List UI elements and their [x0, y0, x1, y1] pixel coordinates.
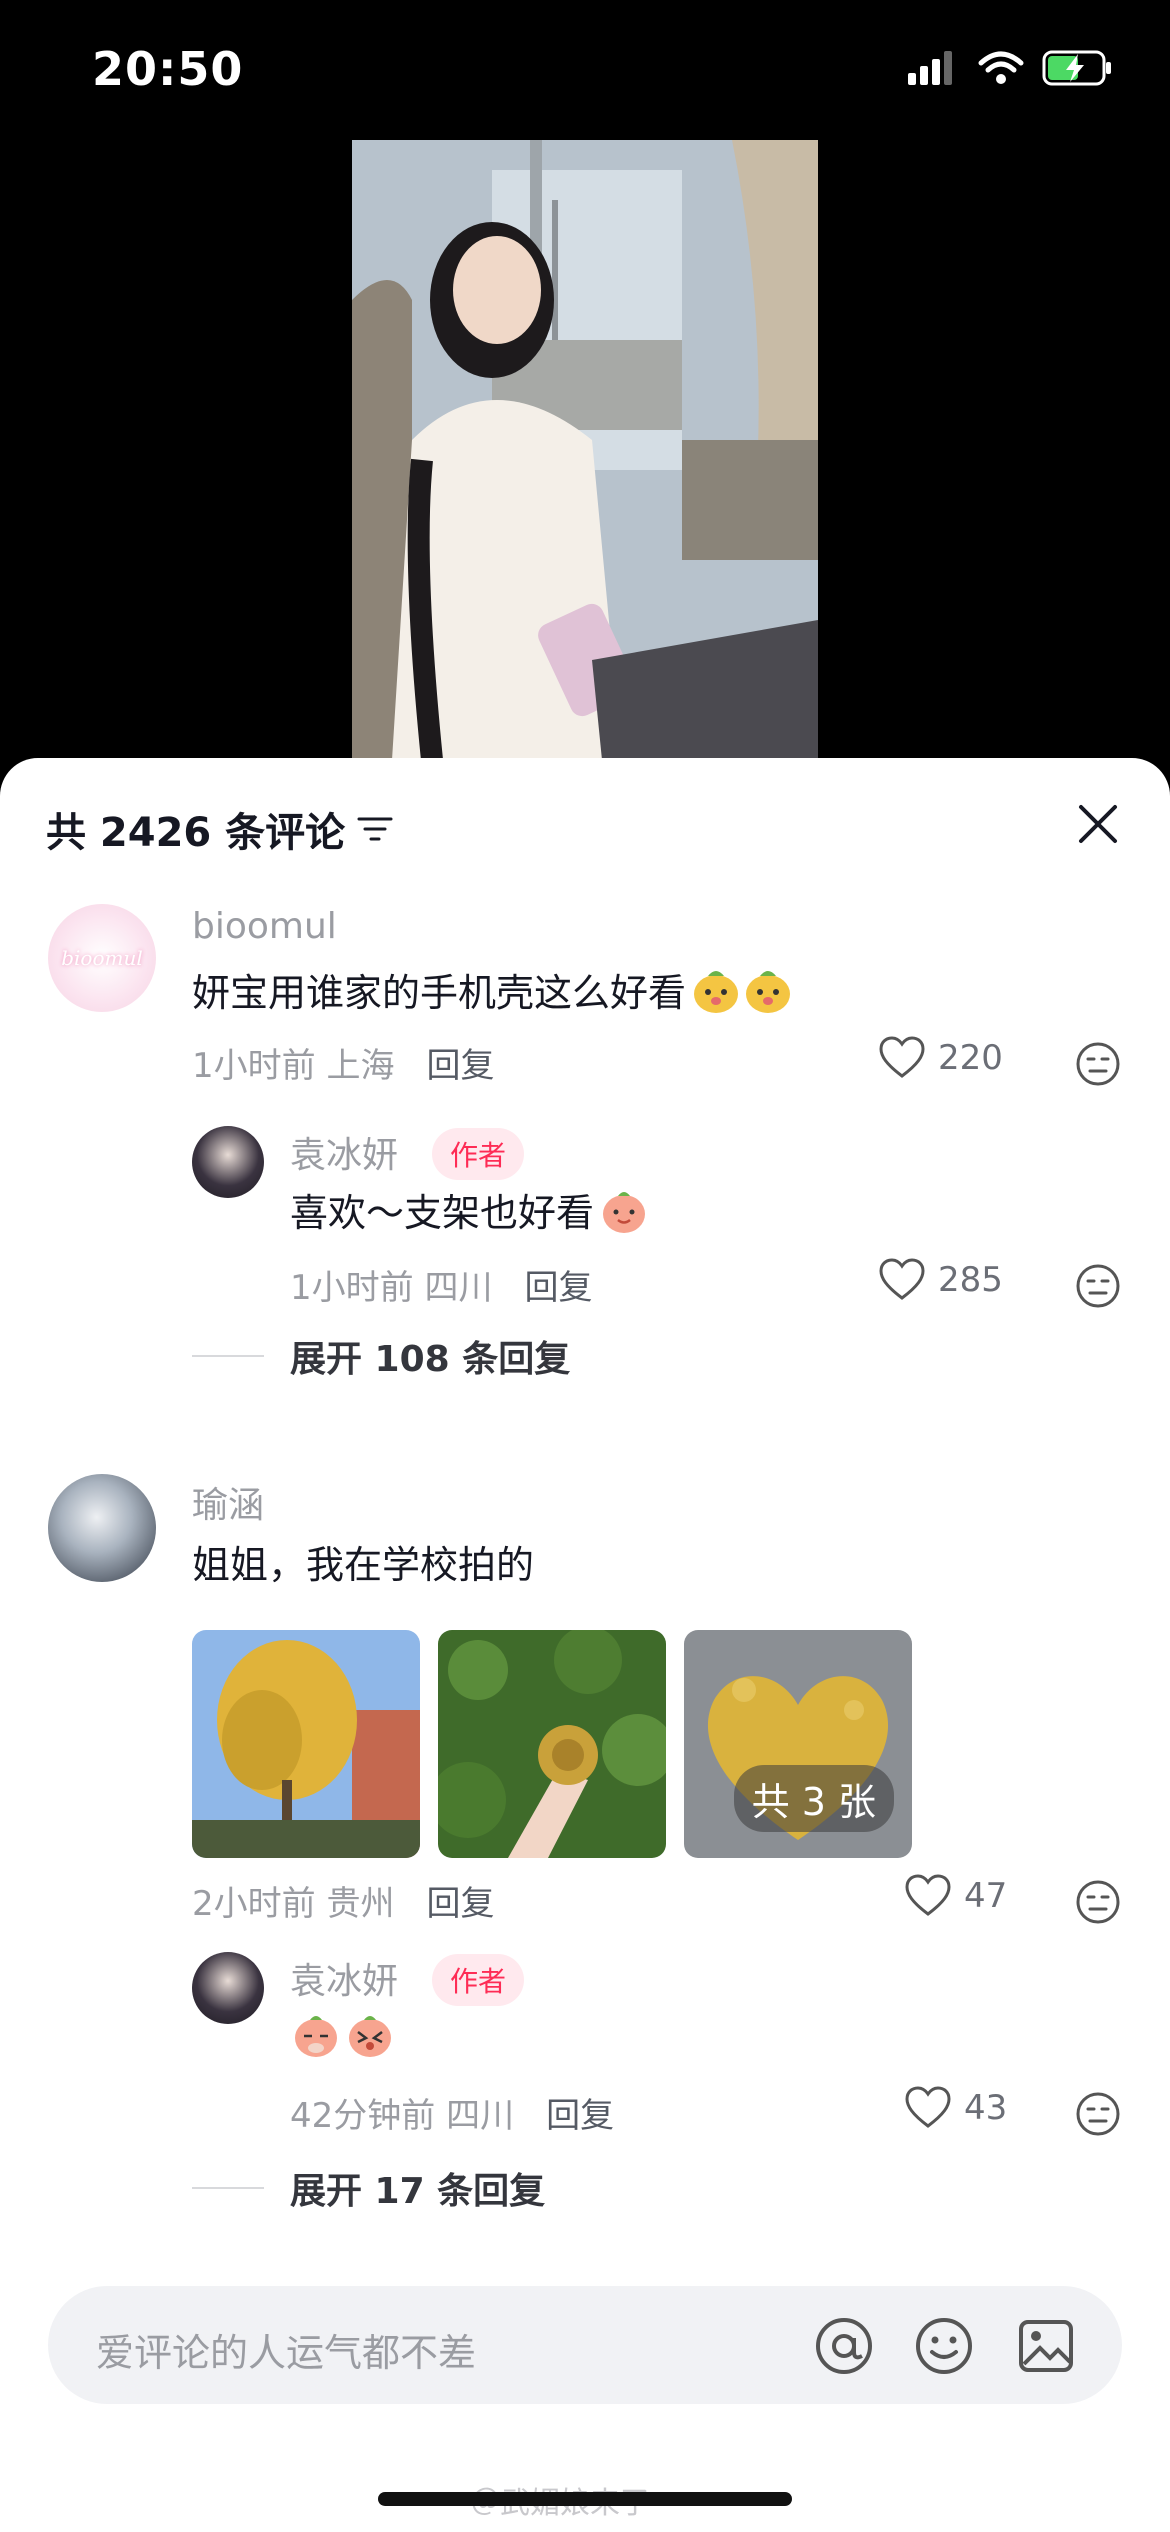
- comment-count: 共 2426 条评论: [46, 810, 346, 856]
- like-count: 47: [964, 1876, 1008, 1916]
- video-thumbnail[interactable]: [352, 140, 818, 760]
- dislike-face-icon[interactable]: [1074, 1040, 1122, 1088]
- reply-button[interactable]: 回复: [426, 1876, 494, 1925]
- status-time: 20:50: [92, 42, 244, 96]
- mention-at-icon[interactable]: [814, 2316, 874, 2376]
- comment-username[interactable]: bioomul: [192, 906, 337, 947]
- reply-time-location: 1小时前 四川: [290, 1260, 492, 1309]
- avatar[interactable]: [48, 1474, 156, 1582]
- cute-emoji-icon: [746, 970, 791, 1013]
- comment-time: 1小时前: [192, 1046, 316, 1086]
- comment-time-location: 2小时前 贵州: [192, 1876, 394, 1925]
- like-count: 285: [938, 1260, 1003, 1300]
- reply-time: 42分钟前: [290, 2096, 436, 2136]
- sheet-header: 共 2426 条评论: [46, 800, 393, 858]
- heart-icon: [879, 1258, 925, 1300]
- expand-replies-button[interactable]: 展开 108 条回复: [192, 1330, 570, 1382]
- peach-clap-emoji-icon: [295, 2016, 337, 2057]
- comment-username[interactable]: 瑜涵: [192, 1476, 264, 1528]
- reply-avatar[interactable]: [192, 1126, 264, 1198]
- comment-photo[interactable]: 共 3 张: [684, 1630, 912, 1858]
- peach-emoji-icon: [603, 1191, 646, 1233]
- emoji-smile-icon[interactable]: [914, 2316, 974, 2376]
- like-button[interactable]: 47: [904, 1874, 1007, 1918]
- reply-meta: 1小时前 四川 回复: [290, 1260, 592, 1309]
- reply-location: 四川: [446, 2096, 515, 2136]
- reply-text-content: 喜欢～支架也好看: [290, 1191, 595, 1235]
- reply-button[interactable]: 回复: [426, 1038, 494, 1087]
- close-button[interactable]: [1070, 796, 1126, 852]
- heart-icon: [879, 1036, 925, 1078]
- author-badge: 作者: [432, 1128, 525, 1180]
- avatar-logo-text: bioomul: [61, 946, 143, 970]
- status-bar: 20:50: [0, 0, 1170, 140]
- like-button[interactable]: 220: [878, 1036, 1003, 1080]
- battery-charging-icon: [1042, 50, 1111, 86]
- home-indicator[interactable]: [378, 2492, 792, 2506]
- comment-text-content: 妍宝用谁家的手机壳这么好看: [192, 971, 687, 1015]
- reply-text: 喜欢～支架也好看: [290, 1182, 650, 1237]
- comment-meta: 1小时前 上海 回复: [192, 1038, 494, 1087]
- like-button[interactable]: 43: [904, 2086, 1007, 2130]
- heart-icon: [905, 2086, 951, 2128]
- reply-emoji-row: [290, 2008, 396, 2060]
- comment-input-placeholder[interactable]: 爱评论的人运气都不差: [96, 2322, 476, 2377]
- ginkgo-tree-photo: [192, 1630, 420, 1858]
- wifi-icon: [978, 51, 1024, 84]
- reply-time-location: 42分钟前 四川: [290, 2088, 514, 2137]
- comment-photo[interactable]: [438, 1630, 666, 1858]
- photo-count-badge: 共 3 张: [733, 1765, 894, 1832]
- reply-button[interactable]: 回复: [546, 2088, 614, 2137]
- author-badge: 作者: [432, 1954, 525, 2006]
- signal-icon: [908, 51, 952, 85]
- image-picker-icon[interactable]: [1016, 2316, 1076, 2376]
- close-icon: [1079, 805, 1117, 843]
- comment-photo[interactable]: [192, 1630, 420, 1858]
- sort-filter-icon[interactable]: [357, 814, 393, 844]
- comment-time-location: 1小时前 上海: [192, 1038, 394, 1087]
- avatar[interactable]: bioomul: [48, 904, 156, 1012]
- reply-time: 1小时前: [290, 1268, 414, 1308]
- expand-replies-label: 展开 108 条回复: [290, 1339, 571, 1380]
- reply-avatar[interactable]: [192, 1952, 264, 2024]
- comment-text: 妍宝用谁家的手机壳这么好看: [192, 962, 794, 1017]
- dislike-face-icon[interactable]: [1074, 1878, 1122, 1926]
- like-count: 220: [938, 1038, 1003, 1078]
- comment-input-bar[interactable]: 爱评论的人运气都不差: [48, 2286, 1122, 2404]
- status-icons: [908, 50, 1114, 86]
- comment-time: 2小时前: [192, 1884, 316, 1924]
- video-scene: [352, 140, 818, 760]
- expand-replies-label: 展开 17 条回复: [290, 2171, 546, 2212]
- video-area[interactable]: [0, 140, 1170, 760]
- reply-location: 四川: [424, 1268, 493, 1308]
- like-count: 43: [964, 2088, 1008, 2128]
- comment-meta: 2小时前 贵州 回复: [192, 1876, 494, 1925]
- reply-username[interactable]: 袁冰妍: [290, 1952, 398, 2004]
- comments-sheet: 共 2426 条评论 bioomul bioomul 妍宝用谁家的手机壳这么好看: [0, 758, 1170, 2532]
- dislike-face-icon[interactable]: [1074, 1262, 1122, 1310]
- expand-replies-button[interactable]: 展开 17 条回复: [192, 2162, 545, 2214]
- expand-divider: [192, 2187, 264, 2189]
- cute-emoji-icon: [694, 970, 739, 1013]
- comment-text: 姐姐，我在学校拍的: [192, 1543, 535, 1587]
- peach-wink-emoji-icon: [349, 2016, 391, 2057]
- heart-icon: [905, 1874, 951, 1916]
- reply-button[interactable]: 回复: [524, 1260, 592, 1309]
- leaf-rose-photo: [438, 1630, 666, 1858]
- comment-location: 上海: [326, 1046, 395, 1086]
- reply-username[interactable]: 袁冰妍: [290, 1126, 398, 1178]
- dislike-face-icon[interactable]: [1074, 2090, 1122, 2138]
- expand-divider: [192, 1355, 264, 1357]
- comment-location: 贵州: [326, 1884, 395, 1924]
- like-button[interactable]: 285: [878, 1258, 1003, 1302]
- reply-meta: 42分钟前 四川 回复: [290, 2088, 614, 2137]
